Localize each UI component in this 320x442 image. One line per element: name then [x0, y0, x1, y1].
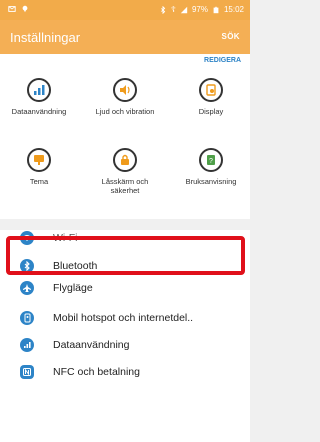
lock-icon	[113, 148, 137, 172]
battery-icon	[213, 6, 219, 13]
display-icon	[199, 78, 223, 102]
shortcut-label: Bruksanvisning	[185, 177, 237, 186]
shortcut-label: Dataanvändning	[11, 107, 67, 116]
setting-label: Flygläge	[53, 282, 93, 294]
shortcut-label: Tema	[29, 177, 49, 186]
svg-text:?: ?	[209, 158, 213, 165]
status-right-icons: ☦ 97% 15:02	[159, 5, 244, 14]
airplane-icon	[20, 281, 34, 295]
shortcut-lock[interactable]: Låsskärm och säkerhet	[88, 148, 162, 195]
shortcut-label: Display	[198, 107, 224, 116]
signal-strength-icon	[180, 6, 188, 13]
setting-flight-mode[interactable]: Flygläge	[0, 274, 250, 305]
edit-button[interactable]: REDIGERA	[204, 57, 241, 64]
shortcut-manual[interactable]: ? Bruksanvisning	[174, 148, 248, 186]
battery-percent: 97%	[191, 5, 208, 14]
signal-text: ☦	[170, 5, 176, 14]
setting-label: NFC och betalning	[53, 366, 140, 378]
setting-label: Bluetooth	[53, 260, 98, 272]
bluetooth-status-icon	[160, 5, 165, 14]
shortcut-label: Ljud och vibration	[95, 107, 155, 116]
status-left-icons	[8, 5, 29, 13]
data-usage-icon	[20, 338, 34, 352]
shortcut-display[interactable]: Display	[174, 78, 248, 116]
hotspot-icon	[20, 311, 34, 325]
shortcut-sound[interactable]: Ljud och vibration	[88, 78, 162, 116]
message-icon	[8, 6, 16, 12]
location-icon	[22, 5, 28, 13]
shortcut-label: Låsskärm och säkerhet	[101, 177, 149, 195]
quick-settings-panel: REDIGERA Dataanvändning Ljud och vibrati…	[0, 54, 250, 219]
section-divider	[0, 219, 250, 230]
nfc-icon	[20, 365, 34, 379]
help-icon: ?	[199, 148, 223, 172]
setting-nfc[interactable]: NFC och betalning	[0, 358, 250, 389]
setting-label: Mobil hotspot och internetdel..	[53, 312, 194, 324]
setting-wifi[interactable]: Wi-Fi	[0, 230, 250, 252]
shortcut-data-usage[interactable]: Dataanvändning	[2, 78, 76, 116]
status-bar: ☦ 97% 15:02	[0, 0, 250, 20]
app-header: Inställningar SÖK	[0, 20, 250, 54]
theme-icon	[27, 148, 51, 172]
data-usage-icon	[27, 78, 51, 102]
setting-label: Wi-Fi	[53, 232, 78, 244]
setting-label: Dataanvändning	[53, 339, 130, 351]
page-title: Inställningar	[10, 30, 81, 45]
wifi-icon	[20, 231, 34, 245]
bluetooth-icon	[20, 259, 34, 273]
search-button[interactable]: SÖK	[221, 32, 240, 41]
sound-icon	[113, 78, 137, 102]
settings-list: Wi-Fi Bluetooth Flygläge Mobil hotspot o…	[0, 230, 250, 442]
shortcut-theme[interactable]: Tema	[2, 148, 76, 186]
status-time: 15:02	[223, 5, 244, 14]
